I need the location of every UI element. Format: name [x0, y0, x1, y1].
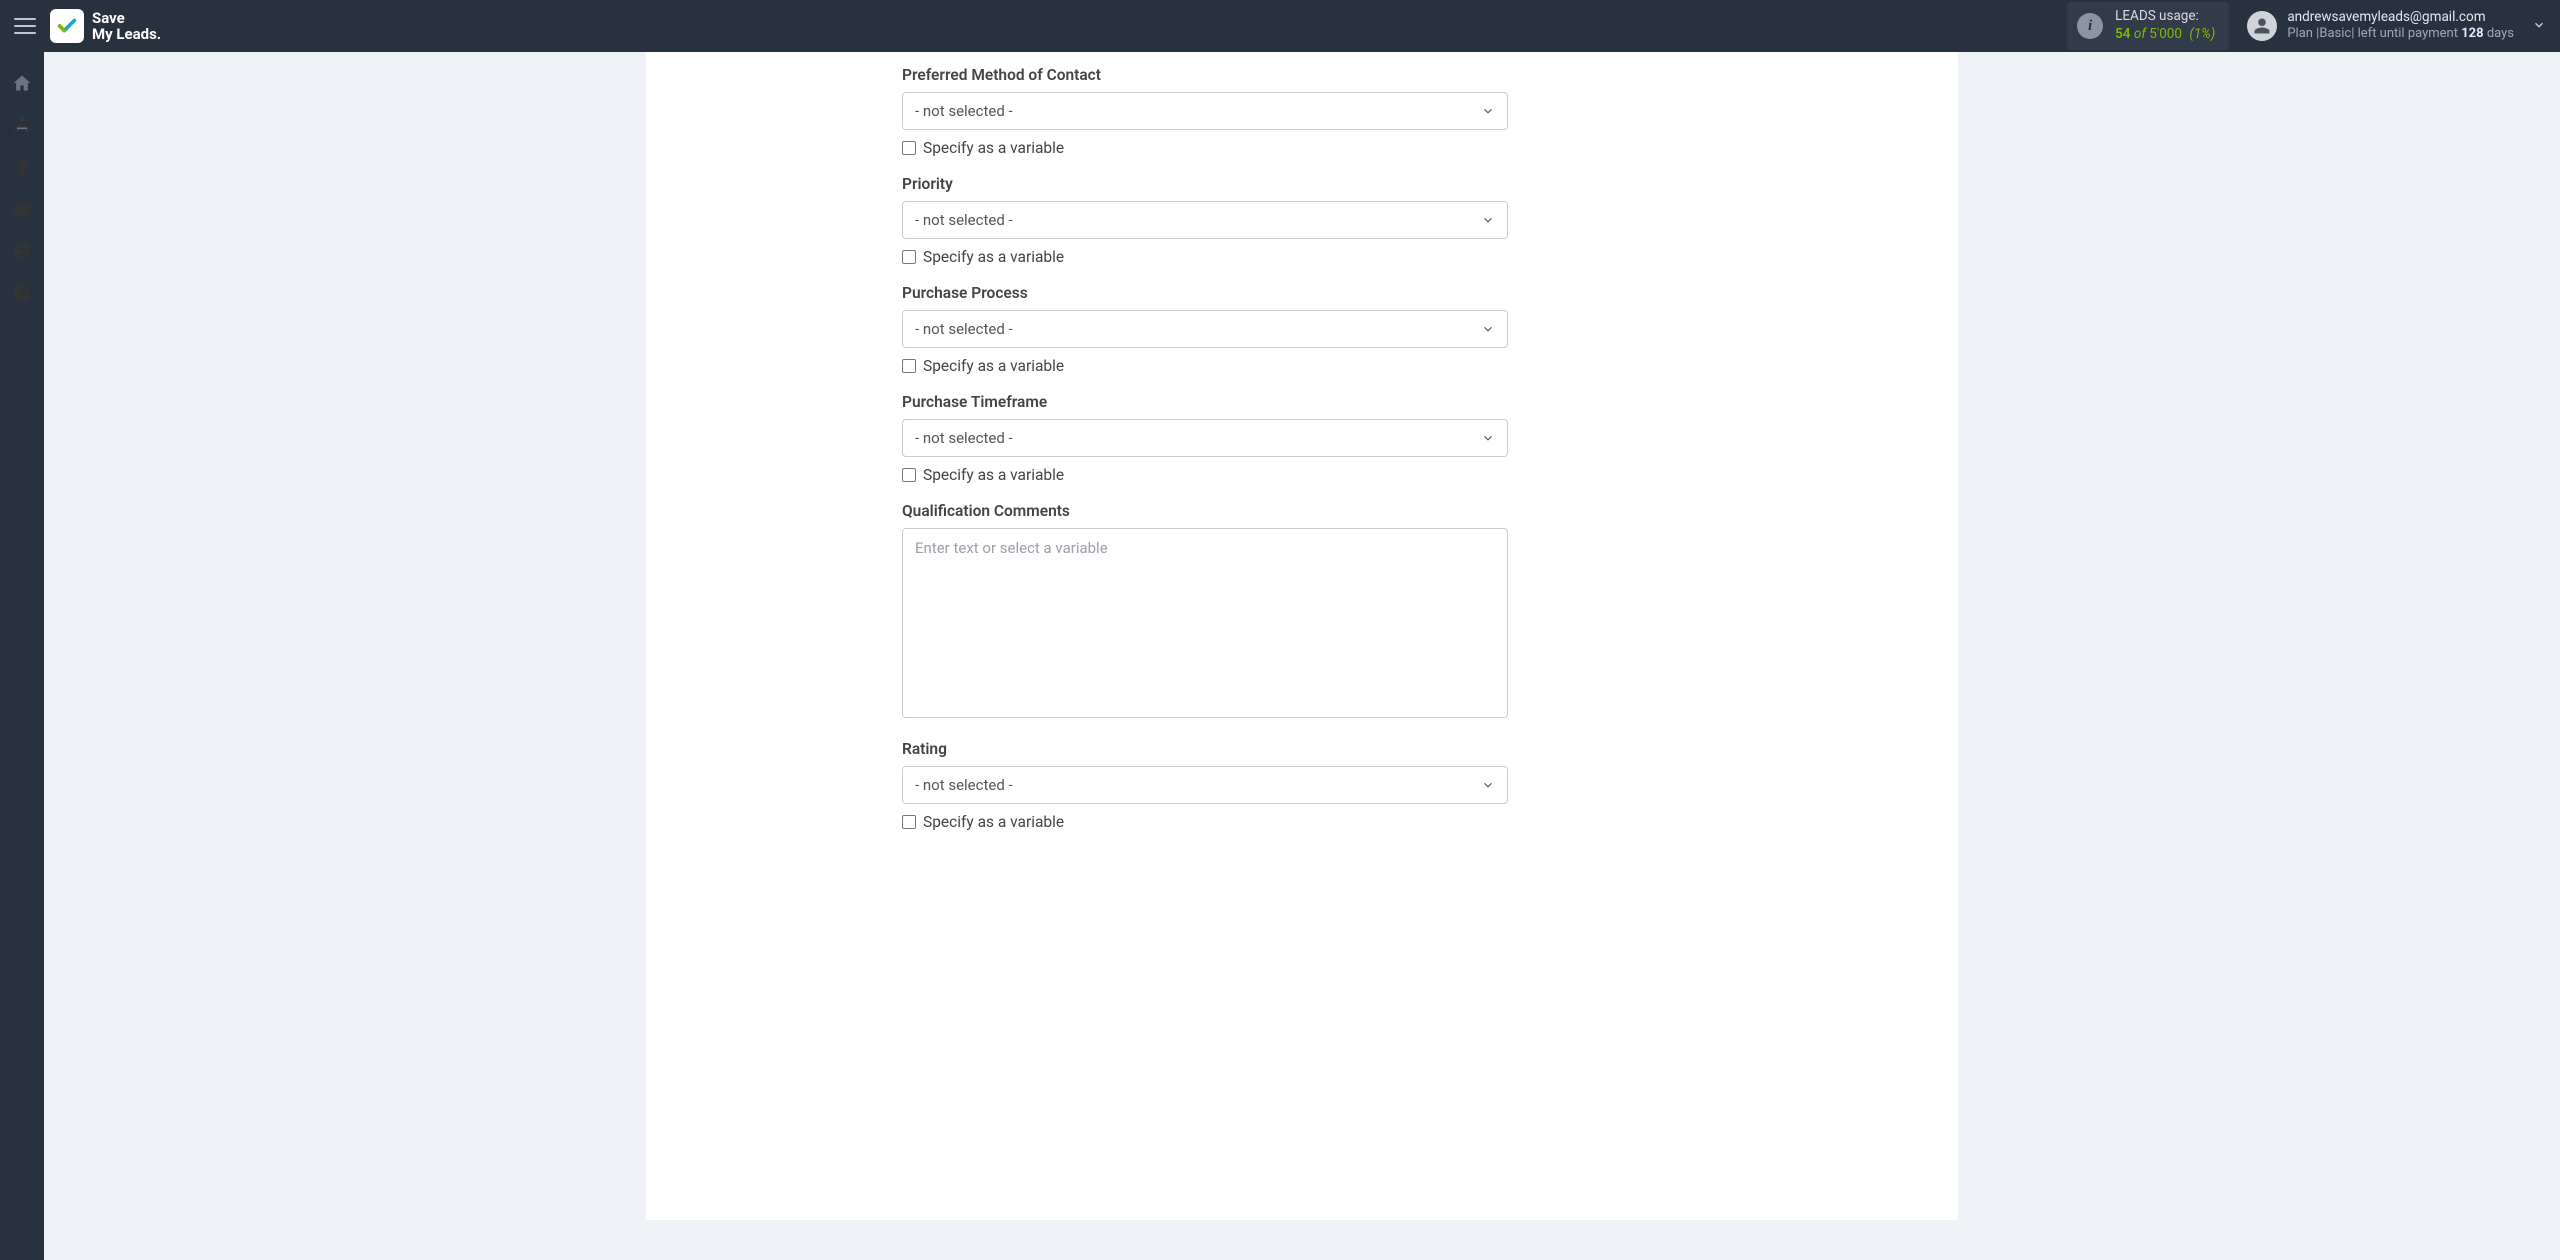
select-value: - not selected -	[915, 320, 1013, 338]
checkbox-label[interactable]: Specify as a variable	[923, 248, 1064, 266]
plan-name: Basic	[2319, 26, 2351, 41]
leads-usage-label: LEADS usage:	[2115, 8, 2215, 26]
user-circle-icon	[12, 241, 32, 261]
brand-line1: Save	[92, 9, 125, 27]
dollar-icon	[12, 157, 32, 177]
info-icon: i	[2077, 13, 2103, 39]
checkbox-label[interactable]: Specify as a variable	[923, 813, 1064, 831]
menu-toggle-button[interactable]	[14, 18, 36, 34]
field-label: Purchase Timeframe	[902, 393, 1702, 411]
select-value: - not selected -	[915, 211, 1013, 229]
leads-usage-count: 54	[2115, 26, 2130, 42]
user-info-text: andrewsavemyleads@gmail.com Plan |Basic|…	[2287, 9, 2514, 43]
field-purchase-process: Purchase Process - not selected - Specif…	[902, 284, 1702, 375]
priority-variable-checkbox[interactable]	[902, 250, 916, 264]
sidebar-item-briefcase[interactable]	[0, 188, 44, 230]
form-card: Preferred Method of Contact - not select…	[646, 52, 1958, 1220]
leads-usage-of: of	[2134, 26, 2146, 42]
rating-select[interactable]: - not selected -	[902, 766, 1508, 804]
left-sidebar	[0, 52, 44, 1260]
checkbox-label[interactable]: Specify as a variable	[923, 139, 1064, 157]
checkbox-label[interactable]: Specify as a variable	[923, 466, 1064, 484]
field-preferred-contact: Preferred Method of Contact - not select…	[902, 66, 1702, 157]
sidebar-item-help[interactable]	[0, 272, 44, 314]
purchase-timeframe-variable-checkbox[interactable]	[902, 468, 916, 482]
preferred-contact-select[interactable]: - not selected -	[902, 92, 1508, 130]
top-header: Save My Leads. i LEADS usage: 54 of 5'00…	[0, 0, 2560, 52]
brand-title: Save My Leads.	[92, 10, 161, 43]
chevron-down-icon	[1481, 104, 1495, 118]
field-label: Rating	[902, 740, 1702, 758]
sidebar-item-account[interactable]	[0, 230, 44, 272]
leads-usage-badge[interactable]: i LEADS usage: 54 of 5'000 (1%)	[2067, 2, 2229, 49]
brand-logo[interactable]	[50, 9, 84, 43]
chevron-down-icon	[1481, 322, 1495, 336]
chevron-down-icon	[1481, 431, 1495, 445]
chevron-down-icon	[2532, 18, 2546, 32]
field-qualification-comments: Qualification Comments	[902, 502, 1702, 722]
user-icon	[2253, 17, 2271, 35]
plan-suffix: | left until payment	[2351, 26, 2461, 41]
purchase-process-select[interactable]: - not selected -	[902, 310, 1508, 348]
leads-usage-total: 5'000	[2149, 26, 2182, 42]
plan-prefix: Plan |	[2287, 26, 2319, 41]
purchase-timeframe-select[interactable]: - not selected -	[902, 419, 1508, 457]
user-email: andrewsavemyleads@gmail.com	[2287, 9, 2514, 27]
question-circle-icon	[12, 283, 32, 303]
chevron-down-icon	[1481, 213, 1495, 227]
qualification-comments-textarea[interactable]	[902, 528, 1508, 718]
checkbox-label[interactable]: Specify as a variable	[923, 357, 1064, 375]
home-icon	[12, 73, 32, 93]
field-label: Purchase Process	[902, 284, 1702, 302]
leads-usage-pct: (1%)	[2189, 26, 2215, 42]
chevron-down-icon	[1481, 778, 1495, 792]
priority-select[interactable]: - not selected -	[902, 201, 1508, 239]
preferred-contact-variable-checkbox[interactable]	[902, 141, 916, 155]
select-value: - not selected -	[915, 429, 1013, 447]
field-label: Qualification Comments	[902, 502, 1702, 520]
sitemap-icon	[12, 115, 32, 135]
select-value: - not selected -	[915, 102, 1013, 120]
user-menu[interactable]: andrewsavemyleads@gmail.com Plan |Basic|…	[2247, 9, 2514, 43]
field-label: Priority	[902, 175, 1702, 193]
field-priority: Priority - not selected - Specify as a v…	[902, 175, 1702, 266]
select-value: - not selected -	[915, 776, 1013, 794]
rating-variable-checkbox[interactable]	[902, 815, 916, 829]
briefcase-icon	[12, 199, 32, 219]
sidebar-item-connections[interactable]	[0, 104, 44, 146]
purchase-process-variable-checkbox[interactable]	[902, 359, 916, 373]
brand-line2: My Leads.	[92, 26, 161, 43]
plan-days-word: days	[2484, 26, 2514, 41]
leads-usage-text: LEADS usage: 54 of 5'000 (1%)	[2115, 8, 2215, 43]
field-rating: Rating - not selected - Specify as a var…	[902, 740, 1702, 831]
field-label: Preferred Method of Contact	[902, 66, 1702, 84]
main-content: Preferred Method of Contact - not select…	[44, 52, 2560, 1260]
checkmark-icon	[56, 15, 78, 37]
header-dropdown-toggle[interactable]	[2532, 17, 2546, 36]
sidebar-item-billing[interactable]	[0, 146, 44, 188]
plan-days-num: 128	[2461, 26, 2483, 41]
avatar	[2247, 11, 2277, 41]
field-purchase-timeframe: Purchase Timeframe - not selected - Spec…	[902, 393, 1702, 484]
sidebar-item-home[interactable]	[0, 62, 44, 104]
